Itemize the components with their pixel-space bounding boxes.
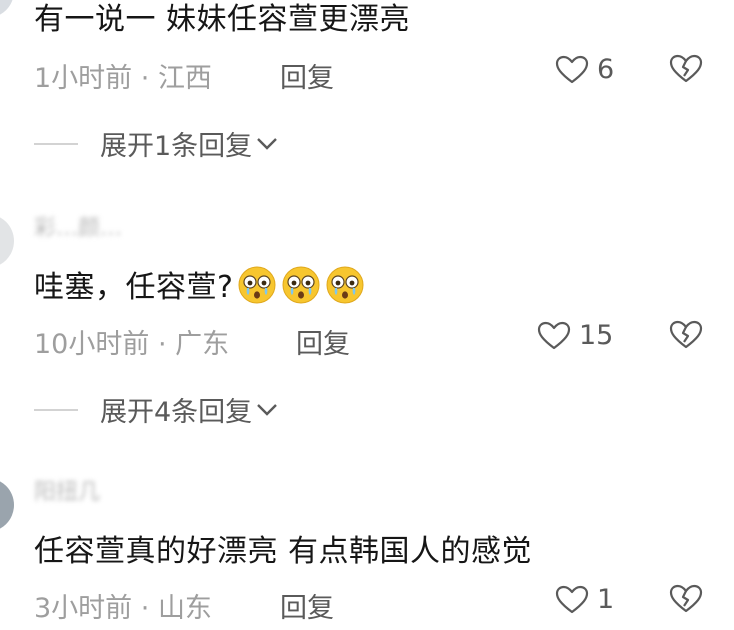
avatar[interactable] bbox=[0, 0, 14, 18]
like-button[interactable]: 1 bbox=[555, 584, 614, 615]
expand-replies-button[interactable]: 展开1条回复 bbox=[34, 124, 278, 163]
meta-separator: · bbox=[132, 593, 158, 624]
comment-location: 江西 bbox=[157, 63, 212, 94]
comment-location: 山东 bbox=[157, 593, 212, 624]
chevron-down-icon bbox=[257, 137, 278, 150]
avatar[interactable] bbox=[0, 478, 14, 532]
comment-time: 3小时前 bbox=[34, 593, 133, 624]
comment-meta: 10小时前 · 广东 bbox=[34, 322, 229, 361]
comment-meta: 3小时前 · 山东 bbox=[34, 586, 212, 625]
like-count: 15 bbox=[579, 320, 614, 351]
heart-outline-icon bbox=[555, 585, 589, 613]
comment-location: 广东 bbox=[175, 329, 230, 360]
expand-replies-label: 展开4条回复 bbox=[100, 397, 253, 428]
divider bbox=[34, 408, 78, 411]
crying-face-emoji bbox=[282, 266, 320, 304]
expand-replies-label: 展开1条回复 bbox=[100, 131, 253, 162]
comment-text: 有一说一 妹妹任容萱更漂亮 bbox=[34, 2, 411, 37]
comment-meta: 1小时前 · 江西 bbox=[34, 56, 212, 95]
comment-time: 1小时前 bbox=[34, 63, 133, 94]
crying-face-emoji bbox=[326, 266, 364, 304]
chevron-down-icon bbox=[257, 403, 278, 416]
username[interactable]: 阳扭几 bbox=[34, 474, 100, 506]
reply-button[interactable]: 回复 bbox=[296, 322, 350, 361]
avatar[interactable] bbox=[0, 214, 14, 268]
broken-heart-icon[interactable] bbox=[669, 584, 703, 614]
meta-separator: · bbox=[149, 329, 176, 360]
comment-text: 哇塞，任容萱? bbox=[34, 262, 365, 306]
meta-separator: · bbox=[132, 63, 158, 94]
username[interactable]: 彩…颜… bbox=[34, 210, 122, 242]
expand-replies-button[interactable]: 展开4条回复 bbox=[34, 390, 278, 429]
like-count: 6 bbox=[597, 54, 615, 85]
emoji-row bbox=[233, 266, 365, 305]
crying-face-emoji bbox=[238, 266, 276, 304]
comment-text: 任容萱真的好漂亮 有点韩国人的感觉 bbox=[34, 534, 533, 569]
comment-list: 有一说一 妹妹任容萱更漂亮 1小时前 · 江西 回复 6 展开1条回复 彩…颜…… bbox=[0, 0, 734, 630]
like-button[interactable]: 15 bbox=[537, 320, 613, 351]
comment-time: 10小时前 bbox=[34, 329, 150, 360]
heart-outline-icon bbox=[555, 55, 589, 83]
comment-text-content: 哇塞，任容萱? bbox=[34, 270, 234, 305]
heart-outline-icon bbox=[537, 321, 571, 349]
like-count: 1 bbox=[597, 584, 615, 615]
reply-button[interactable]: 回复 bbox=[280, 586, 334, 625]
like-button[interactable]: 6 bbox=[555, 54, 614, 85]
divider bbox=[34, 142, 78, 145]
broken-heart-icon[interactable] bbox=[669, 54, 703, 84]
reply-button[interactable]: 回复 bbox=[280, 56, 334, 95]
broken-heart-icon[interactable] bbox=[669, 320, 703, 350]
